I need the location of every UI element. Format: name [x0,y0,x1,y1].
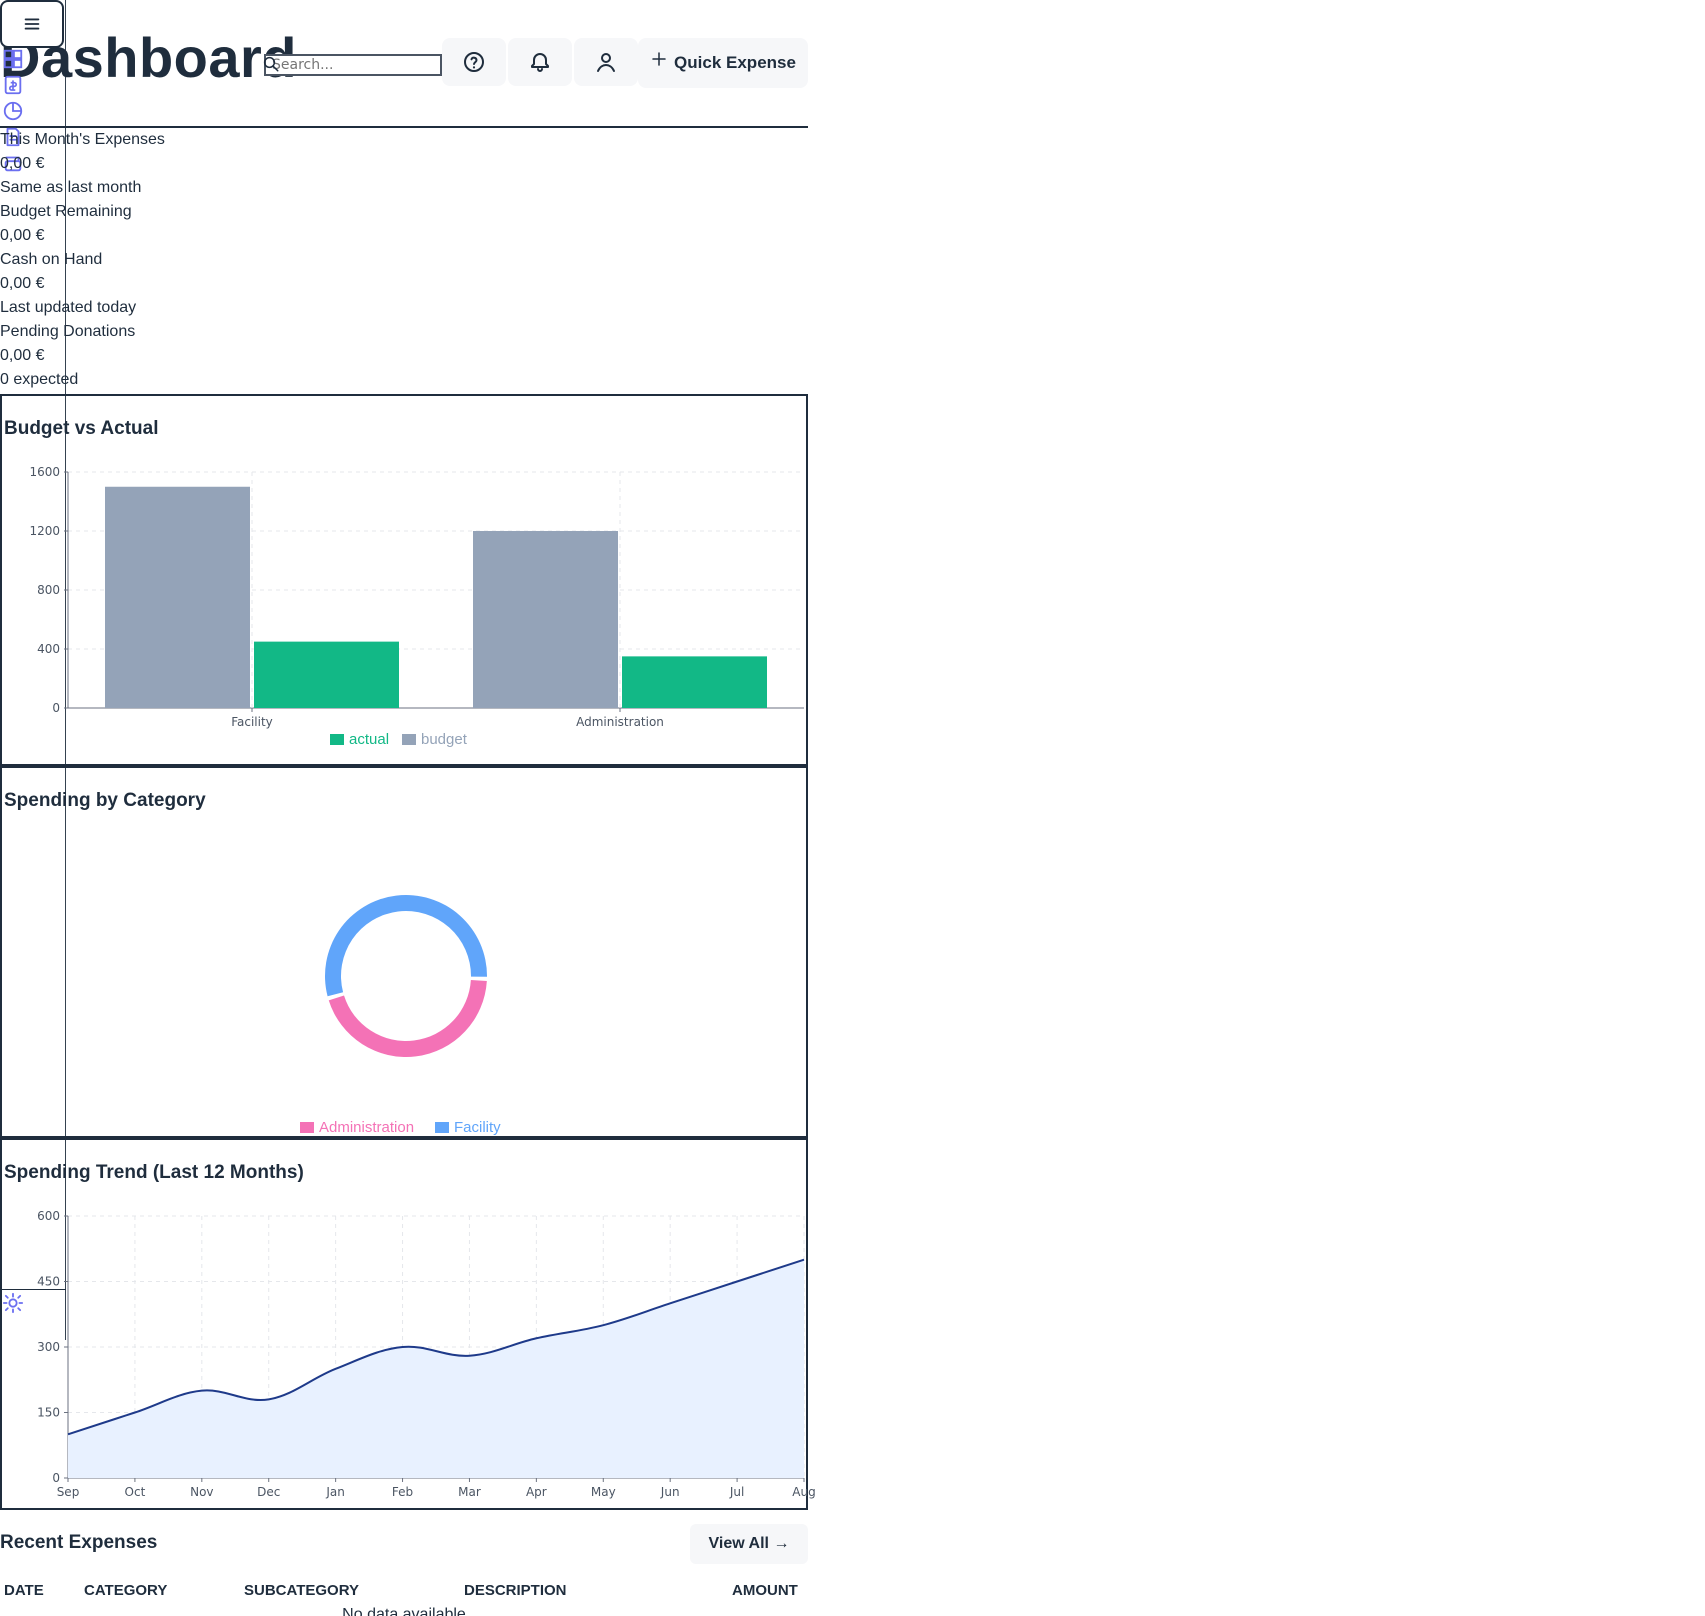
top-header: Dashboard Search... Quick Expense [0,0,808,128]
receipt-icon [4,75,22,95]
notifications-button[interactable] [508,38,572,86]
spending-by-category-chart: Administration Facility [300,895,501,1136]
column-header-category[interactable]: CATEGORY [84,1582,167,1599]
kpi-summary: This Month's Expenses 0,00 € Same as las… [0,128,808,392]
x-tick-label: Dec [257,1485,280,1499]
kpi-cash-on-hand-value: 0,00 € [0,275,45,292]
pie-slice[interactable] [325,895,488,997]
y-tick-label: 300 [37,1340,60,1354]
kpi-pending-donations-label: Pending Donations [0,323,136,340]
search [263,54,442,76]
y-tick-label: 1200 [29,524,60,538]
x-tick-label: Feb [392,1485,413,1499]
x-tick-label: Mar [458,1485,481,1499]
x-tick-label: Sep [57,1485,80,1499]
x-tick-label: Nov [190,1485,213,1499]
bar-budget[interactable] [473,531,618,708]
x-tick-label: Jul [729,1485,744,1499]
kpi-this-month-value: 0,00 € [0,155,45,172]
sidebar-item-dashboard[interactable] [2,48,24,70]
column-header-subcategory[interactable]: SUBCATEGORY [244,1582,359,1599]
spending-trend-chart: 0 150 300 450 600 Sep Oct Nov Dec Jan Feb Mar Apr May… [37,1209,816,1499]
kpi-budget-remaining-label: Budget Remaining [0,203,132,220]
legend-label[interactable]: budget [421,731,468,748]
legend-swatch[interactable] [435,1122,449,1133]
y-tick-label: 450 [37,1275,60,1289]
quick-expense-label: Quick Expense [674,53,796,72]
account-button[interactable] [574,38,638,86]
column-header-description[interactable]: DESCRIPTION [464,1582,567,1599]
plus-icon [652,52,666,66]
view-all-button[interactable]: View All → [690,1524,808,1564]
x-tick-label: Aug [792,1485,815,1499]
bar-actual[interactable] [622,656,767,708]
dashboard-page: Dashboard Search... Quick Expense This M… [0,0,1705,1616]
bar-actual[interactable] [254,641,399,708]
legend-label[interactable]: actual [349,731,389,748]
column-header-date[interactable]: DATE [4,1582,44,1599]
spending-trend-panel: Spending Trend (Last 12 Months) 0 150 300 4… [0,1138,816,1510]
recent-expenses-title: Recent Expenses [0,1532,158,1553]
budget-vs-actual-chart: 0 400 800 1200 1600 Facility Administration act… [29,465,804,748]
kpi-cash-on-hand-note: Last updated today [0,299,137,316]
empty-state: No data available [342,1606,466,1616]
area-fill [68,1259,804,1478]
bar-budget[interactable] [105,486,250,708]
y-tick-label: 600 [37,1209,60,1223]
x-tick-label: Facility [231,715,273,729]
x-tick-label: Apr [526,1485,547,1499]
kpi-pending-donations-value: 0,00 € [0,347,45,364]
y-tick-label: 400 [37,642,60,656]
legend-label[interactable]: Administration [319,1119,414,1136]
x-tick-label: Administration [576,715,664,729]
y-tick-label: 0 [52,1471,60,1485]
legend-swatch[interactable] [330,734,344,745]
help-button[interactable] [442,38,506,86]
hamburger-menu-icon [24,18,40,30]
legend-swatch[interactable] [402,734,416,745]
y-tick-label: 0 [52,701,60,715]
x-tick-label: Oct [125,1485,146,1499]
kpi-budget-remaining-value: 0,00 € [0,227,45,244]
pie-chart-icon [3,101,23,121]
x-tick-label: Jun [660,1485,680,1499]
y-tick-label: 150 [37,1406,60,1420]
legend-swatch[interactable] [300,1122,314,1133]
pie-slice[interactable] [328,979,487,1057]
column-header-amount[interactable]: AMOUNT [732,1582,798,1599]
legend-label[interactable]: Facility [454,1119,501,1136]
search-input[interactable] [264,54,442,76]
spending-by-category-panel: Spending by Category Administration Facil… [0,766,808,1138]
dashboard-icon [3,49,23,69]
budget-vs-actual-panel: Budget vs Actual 0 400 800 1200 1600 Facility… [0,394,808,766]
x-tick-label: Jan [325,1485,345,1499]
kpi-cash-on-hand-label: Cash on Hand [0,251,103,268]
bell-icon [531,53,549,72]
menu-button[interactable] [0,0,64,48]
quick-expense-button[interactable]: Quick Expense [638,38,808,88]
help-circle-icon [464,52,484,72]
y-tick-label: 1600 [29,465,60,479]
y-tick-label: 800 [37,583,60,597]
kpi-pending-donations-note: 0 expected [0,371,79,388]
sidebar-item-reports[interactable] [2,100,24,122]
user-icon [597,53,615,72]
sidebar-item-expenses[interactable] [2,74,24,96]
kpi-this-month-delta: Same as last month [0,179,142,196]
kpi-this-month-label: This Month's Expenses [0,131,165,148]
x-tick-label: May [591,1485,616,1499]
